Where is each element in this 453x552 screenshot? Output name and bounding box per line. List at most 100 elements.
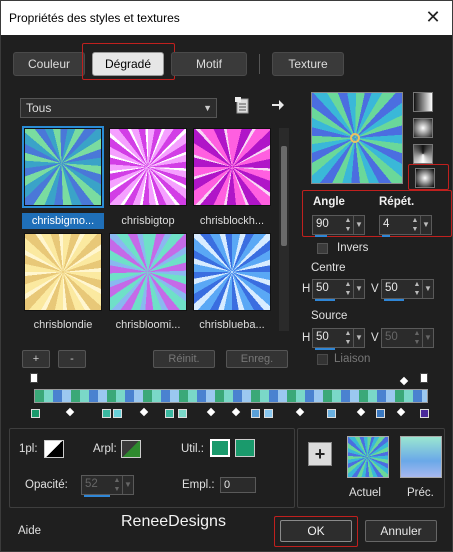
color-midpoint-7[interactable]: [396, 407, 406, 417]
close-icon[interactable]: ✕: [422, 6, 444, 28]
color-midpoint-5[interactable]: [295, 407, 305, 417]
rectangular-style-button[interactable]: [413, 118, 433, 138]
color-stop-4[interactable]: [165, 409, 174, 418]
foreground-swatch[interactable]: [44, 440, 64, 458]
color-stop-7[interactable]: [264, 409, 273, 418]
cancel-button[interactable]: Annuler: [365, 520, 437, 542]
library-scrollbar-thumb[interactable]: [281, 146, 287, 246]
add-gradient-button[interactable]: +: [22, 350, 50, 368]
sunburst-style-button[interactable]: [413, 144, 433, 164]
opacity-field[interactable]: 52 ▲ ▼ ▼: [81, 475, 134, 497]
gradient-thumbnail-4[interactable]: [24, 233, 102, 311]
user-color-label: Util.:: [181, 443, 204, 455]
angle-field[interactable]: 90 ▲ ▼ ▼: [312, 215, 365, 237]
gradient-thumbnail-6[interactable]: [193, 233, 271, 311]
center-h-dropdown-icon[interactable]: ▼: [353, 280, 364, 298]
ok-button[interactable]: OK: [280, 520, 352, 542]
source-v-stepper-icon[interactable]: ▲ ▼: [412, 329, 422, 347]
invert-checkbox[interactable]: [317, 243, 328, 254]
opacity-indicator: [84, 495, 110, 497]
center-h-indicator: [315, 299, 335, 301]
thumbnail-label-2: chrisbigtop: [121, 215, 175, 227]
thumbnail-label-4: chrisblondie: [33, 319, 93, 331]
color-midpoint-2[interactable]: [139, 407, 149, 417]
link-label: Liaison: [334, 353, 371, 365]
source-h-dropdown-icon[interactable]: ▼: [353, 329, 364, 347]
angle-indicator: [315, 235, 327, 237]
color-stop-2[interactable]: [102, 409, 111, 418]
angle-dropdown-icon[interactable]: ▼: [353, 216, 364, 234]
previous-label: Préc.: [407, 487, 434, 499]
opacity-dropdown-icon[interactable]: ▼: [122, 476, 133, 494]
color-midpoint-6[interactable]: [356, 407, 366, 417]
radial-style-button[interactable]: [415, 168, 435, 188]
previous-preview[interactable]: [400, 436, 442, 478]
center-v-field[interactable]: 50 ▲ ▼ ▼: [381, 279, 434, 301]
gradient-thumbnail-3[interactable]: [193, 128, 271, 206]
opacity-stepper-icon[interactable]: ▲ ▼: [112, 476, 122, 494]
repeat-value: 4: [383, 218, 390, 230]
dialog-title: Propriétés des styles et textures: [9, 11, 180, 25]
tab-texture[interactable]: Texture: [272, 52, 344, 76]
position-field[interactable]: 0: [220, 477, 256, 493]
background-label: Arpl:: [93, 443, 117, 455]
color-stop-10[interactable]: [420, 409, 429, 418]
center-handle[interactable]: [350, 133, 360, 143]
library-scrollbar[interactable]: [279, 128, 289, 331]
tab-separator: [259, 54, 260, 74]
opacity-stop-right[interactable]: [420, 373, 428, 383]
link-checkbox[interactable]: [317, 354, 328, 365]
color-midpoint-3[interactable]: [206, 407, 216, 417]
source-v-field[interactable]: 50 ▲ ▼ ▼: [381, 328, 434, 348]
color-stop-5[interactable]: [178, 409, 187, 418]
linear-style-button[interactable]: [413, 92, 433, 112]
tab-degrade[interactable]: Dégradé: [92, 52, 164, 76]
save-gradient-button[interactable]: Enreg.: [226, 350, 288, 368]
reset-button[interactable]: Réinit.: [153, 350, 215, 368]
color-stop-6[interactable]: [251, 409, 260, 418]
color-stop-1[interactable]: [31, 409, 40, 418]
dialog-window: Propriétés des styles et textures ✕ Coul…: [0, 0, 453, 552]
opacity-midpoint[interactable]: [399, 376, 409, 386]
opacity-label: Opacité:: [25, 479, 68, 491]
opacity-value: 52: [85, 478, 98, 490]
center-v-stepper-icon[interactable]: ▲ ▼: [412, 280, 422, 298]
source-v-dropdown-icon[interactable]: ▼: [422, 329, 433, 347]
source-h-stepper-icon[interactable]: ▲ ▼: [343, 329, 353, 347]
color-stop-8[interactable]: [327, 409, 336, 418]
repeat-field[interactable]: 4 ▲ ▼ ▼: [379, 215, 432, 237]
repeat-indicator: [382, 235, 390, 237]
background-swatch[interactable]: [121, 440, 141, 458]
source-h-label: H: [302, 332, 311, 344]
center-h-field[interactable]: 50 ▲ ▼ ▼: [312, 279, 365, 301]
angle-stepper-icon[interactable]: ▲ ▼: [343, 216, 353, 234]
user-color-swatch-2[interactable]: [235, 439, 255, 457]
opacity-stop-left[interactable]: [30, 373, 38, 383]
gradient-thumbnail-2[interactable]: [109, 128, 187, 206]
center-h-stepper-icon[interactable]: ▲ ▼: [343, 280, 353, 298]
help-link[interactable]: Aide: [18, 525, 41, 537]
tab-motif[interactable]: Motif: [171, 52, 247, 76]
tab-couleur[interactable]: Couleur: [13, 52, 85, 76]
gradient-thumbnail-5[interactable]: [109, 233, 187, 311]
source-h-field[interactable]: 50 ▲ ▼ ▼: [312, 328, 365, 350]
repeat-dropdown-icon[interactable]: ▼: [420, 216, 431, 234]
user-color-swatch-1[interactable]: [210, 439, 230, 457]
color-stop-3[interactable]: [113, 409, 122, 418]
color-stop-9[interactable]: [376, 409, 385, 418]
gradient-thumbnail-1[interactable]: [22, 126, 104, 208]
center-v-dropdown-icon[interactable]: ▼: [422, 280, 433, 298]
category-dropdown[interactable]: Tous ▼: [20, 98, 217, 118]
chevron-down-icon: ▼: [203, 103, 212, 113]
library-folder-icon[interactable]: [235, 97, 251, 115]
gradient-bar[interactable]: [34, 389, 428, 403]
color-midpoint-1[interactable]: [65, 407, 75, 417]
gradient-preview[interactable]: [311, 92, 403, 184]
remove-gradient-button[interactable]: -: [58, 350, 86, 368]
repeat-stepper-icon[interactable]: ▲ ▼: [410, 216, 420, 234]
arrow-right-icon[interactable]: [271, 98, 285, 112]
repeat-label: Répét.: [379, 196, 415, 208]
center-v-label: V: [371, 283, 379, 295]
color-midpoint-4[interactable]: [231, 407, 241, 417]
add-preset-button[interactable]: +: [308, 442, 332, 466]
